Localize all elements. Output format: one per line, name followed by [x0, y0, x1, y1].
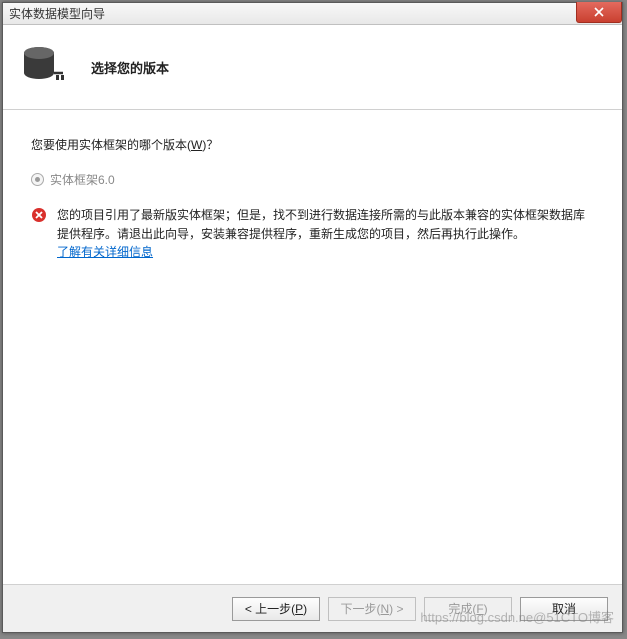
wizard-footer: < 上一步(P) 下一步(N) > 完成(F) 取消: [3, 584, 622, 632]
error-message: 您的项目引用了最新版实体框架；但是，找不到进行数据连接所需的与此版本兼容的实体框…: [31, 206, 594, 262]
close-button[interactable]: [576, 2, 622, 23]
error-icon: [31, 207, 47, 223]
next-button: 下一步(N) >: [328, 597, 416, 621]
header-title: 选择您的版本: [91, 58, 169, 77]
version-radio-ef6: 实体框架6.0: [31, 171, 594, 188]
learn-more-link[interactable]: 了解有关详细信息: [57, 245, 153, 259]
radio-label: 实体框架6.0: [50, 171, 115, 188]
previous-button[interactable]: < 上一步(P): [232, 597, 320, 621]
radio-icon: [31, 173, 44, 186]
database-icon: [21, 43, 69, 91]
finish-button: 完成(F): [424, 597, 512, 621]
close-icon: [594, 7, 604, 17]
content-area: 您要使用实体框架的哪个版本(W)？ 实体框架6.0 您的项目引用了最新版实体框架…: [3, 110, 622, 272]
version-question: 您要使用实体框架的哪个版本(W)？: [31, 136, 594, 153]
wizard-header: 选择您的版本: [3, 25, 622, 110]
titlebar: 实体数据模型向导: [3, 3, 622, 25]
window-title: 实体数据模型向导: [9, 5, 105, 22]
cancel-button[interactable]: 取消: [520, 597, 608, 621]
error-text-block: 您的项目引用了最新版实体框架；但是，找不到进行数据连接所需的与此版本兼容的实体框…: [57, 206, 594, 262]
wizard-window: 实体数据模型向导 选择您的版本 您要使用实体框架的哪个版本(W)？ 实体框架6.…: [2, 2, 623, 633]
